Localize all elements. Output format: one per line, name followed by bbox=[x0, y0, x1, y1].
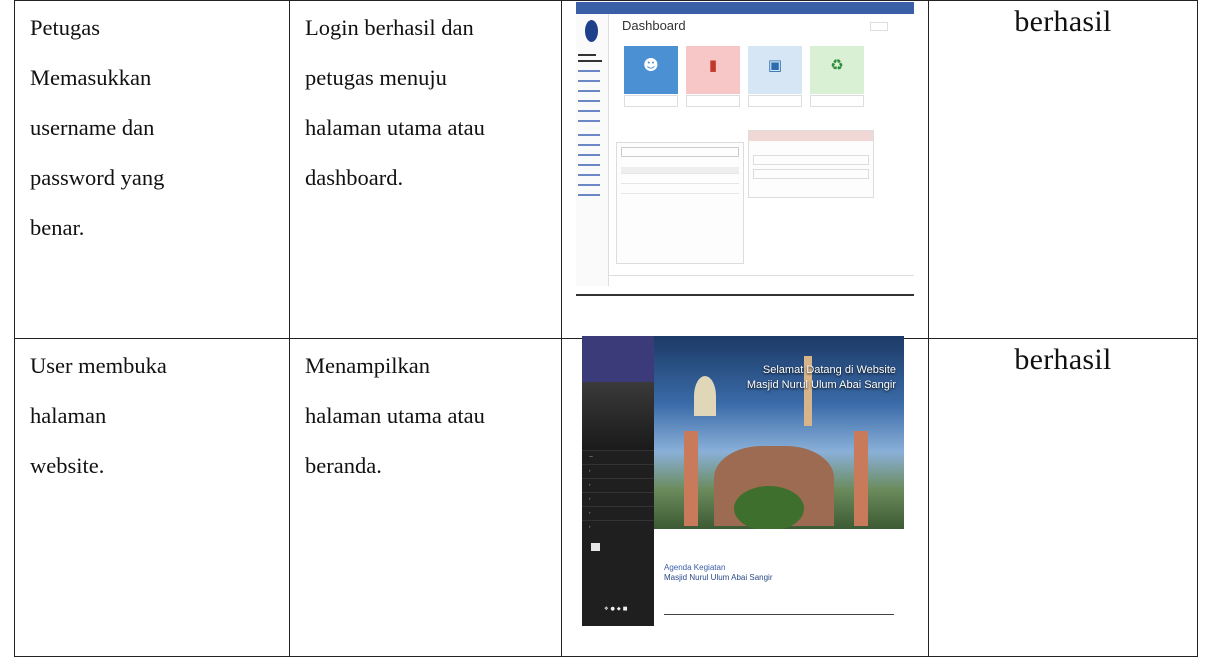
screenshot-cell: Dashboard ​ ☻ ▮ ▣ ♻ bbox=[561, 0, 929, 339]
site-menu-item[interactable]: — bbox=[589, 454, 593, 459]
action-line: halaman bbox=[30, 403, 107, 428]
action-line: Memasukkan bbox=[30, 65, 152, 90]
expected-cell: Login berhasil dan petugas menuju halama… bbox=[289, 0, 562, 339]
money-icon: ▣ bbox=[767, 56, 783, 74]
logo-icon bbox=[585, 20, 598, 42]
action-cell: User membuka halaman website. bbox=[14, 338, 290, 657]
expected-cell: Menampilkan halaman utama atau beranda. bbox=[289, 338, 562, 657]
hero-title-line1: Selamat Datang di Website bbox=[762, 364, 896, 376]
action-line: benar. bbox=[30, 215, 85, 240]
action-line: website. bbox=[30, 453, 105, 478]
agenda-heading: Agenda Kegiatan bbox=[664, 563, 726, 572]
stat-card-label bbox=[624, 95, 678, 107]
app-sidebar bbox=[576, 14, 609, 286]
action-line: Petugas bbox=[30, 15, 100, 40]
site-menu-item[interactable]: › bbox=[589, 482, 591, 487]
dashboard-screenshot: Dashboard ​ ☻ ▮ ▣ ♻ bbox=[576, 2, 914, 296]
result-cell: berhasil bbox=[928, 338, 1198, 657]
agenda-subheading: Masjid Nurul Ulum Abai Sangir bbox=[664, 573, 773, 582]
info-panel bbox=[748, 130, 874, 198]
expected-line: Login berhasil dan bbox=[305, 15, 474, 40]
expected-line: beranda. bbox=[305, 453, 382, 478]
stat-card: ▣ bbox=[748, 46, 802, 94]
app-footer bbox=[608, 275, 914, 286]
stat-card-label bbox=[748, 95, 802, 107]
expected-line: petugas menuju bbox=[305, 65, 447, 90]
action-cell: Petugas Memasukkan username dan password… bbox=[14, 0, 290, 339]
screenshot-cell: — › › › › › ❖●◆■ Selamat Datang di Websi… bbox=[561, 336, 929, 657]
dashboard-title: Dashboard bbox=[622, 18, 686, 33]
stat-card-label bbox=[686, 95, 740, 107]
test-result-table: Petugas Memasukkan username dan password… bbox=[14, 0, 1198, 657]
expected-line: dashboard. bbox=[305, 165, 404, 190]
table-row: User membuka halaman website. Menampilka… bbox=[14, 336, 1198, 657]
expected-line: halaman utama atau bbox=[305, 403, 485, 428]
expected-line: halaman utama atau bbox=[305, 115, 485, 140]
agenda-table-header bbox=[664, 614, 894, 625]
expected-line: Menampilkan bbox=[305, 353, 430, 378]
stat-card: ♻ bbox=[810, 46, 864, 94]
social-icons: ❖●◆■ bbox=[604, 606, 630, 612]
sidebar-button[interactable] bbox=[591, 543, 600, 551]
hero-title-line2: Masjid Nurul Ulum Abai Sangir bbox=[746, 379, 896, 391]
user-menu: ​ bbox=[870, 22, 888, 31]
table-row: Petugas Memasukkan username dan password… bbox=[14, 0, 1198, 339]
signal-bars-icon: ▮ bbox=[708, 56, 718, 74]
site-sidebar: — › › › › › ❖●◆■ bbox=[582, 336, 654, 626]
site-menu-item[interactable]: › bbox=[589, 496, 591, 501]
site-menu-item[interactable]: › bbox=[589, 468, 591, 473]
stat-card: ☻ bbox=[624, 46, 678, 94]
site-menu-item[interactable]: › bbox=[589, 524, 591, 529]
result-cell: berhasil bbox=[928, 0, 1198, 339]
site-menu-item[interactable]: › bbox=[589, 510, 591, 515]
result-text: berhasil bbox=[1014, 343, 1112, 376]
recycle-icon: ♻ bbox=[830, 56, 844, 74]
site-brand bbox=[582, 336, 654, 382]
app-topbar bbox=[576, 2, 914, 14]
action-line: User membuka bbox=[30, 353, 167, 378]
sidebar-image bbox=[582, 382, 654, 450]
result-text: berhasil bbox=[1014, 5, 1112, 38]
hero-image: Selamat Datang di Website Masjid Nurul U… bbox=[654, 336, 904, 529]
stat-card-label bbox=[810, 95, 864, 107]
action-line: password yang bbox=[30, 165, 165, 190]
table-panel bbox=[616, 142, 744, 264]
stat-card: ▮ bbox=[686, 46, 740, 94]
website-screenshot: — › › › › › ❖●◆■ Selamat Datang di Websi… bbox=[582, 336, 904, 626]
action-line: username dan bbox=[30, 115, 155, 140]
user-icon: ☻ bbox=[643, 56, 659, 74]
